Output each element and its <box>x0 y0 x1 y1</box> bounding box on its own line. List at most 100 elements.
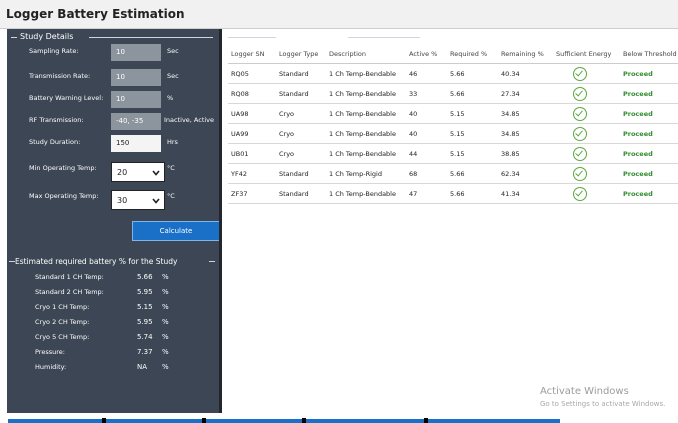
estimate-value: 5.95 <box>137 288 153 296</box>
estimate-unit: % <box>162 303 169 311</box>
table-row[interactable]: ZF37 Standard 1 Ch Temp-Bendable 47 5.66 41.3… <box>228 183 678 204</box>
sufficient-energy-cell <box>553 63 620 84</box>
check-circle-icon <box>573 106 587 121</box>
check-circle-icon <box>573 146 587 161</box>
active-cell: 47 <box>406 183 447 204</box>
logger-sn-cell: YF42 <box>228 163 276 184</box>
remaining-cell: 38.85 <box>498 143 553 164</box>
table-row[interactable]: RQ05 Standard 1 Ch Temp-Bendable 46 5.66 40.3… <box>228 63 678 84</box>
logger-sn-cell: UA99 <box>228 123 276 144</box>
table-row[interactable]: RQ08 Standard 1 Ch Temp-Bendable 33 5.66 27.3… <box>228 83 678 104</box>
logger-type-cell: Standard <box>276 163 326 184</box>
active-cell: 40 <box>406 123 447 144</box>
legend-line <box>209 261 215 262</box>
logger-type-cell: Standard <box>276 63 326 84</box>
column-header[interactable]: Below Threshold <box>620 45 678 64</box>
logger-result-legend: Logger's Result <box>280 32 342 41</box>
min-temp-value: 20 <box>117 168 128 177</box>
check-circle-icon <box>573 186 587 201</box>
description-cell: 1 Ch Temp-Bendable <box>326 103 406 124</box>
sampling-rate-input[interactable]: 10 <box>111 44 161 61</box>
logger-sn-cell: RQ05 <box>228 63 276 84</box>
logger-type-cell: Standard <box>276 183 326 204</box>
estimate-legend: Estimated required battery % for the Stu… <box>15 257 178 266</box>
logger-sn-cell: ZF37 <box>228 183 276 204</box>
study-duration-input[interactable]: 150 <box>111 135 161 152</box>
remaining-cell: 62.34 <box>498 163 553 184</box>
required-cell: 5.15 <box>447 143 498 164</box>
column-header[interactable]: Logger SN <box>228 45 276 64</box>
active-cell: 33 <box>406 83 447 104</box>
column-header[interactable]: Logger Type <box>276 45 326 64</box>
proceed-status: Proceed <box>623 189 653 198</box>
sufficient-energy-cell <box>553 183 620 204</box>
description-cell: 1 Ch Temp-Bendable <box>326 143 406 164</box>
check-circle-icon <box>573 86 587 101</box>
column-header[interactable]: Active % <box>406 45 447 64</box>
column-header[interactable]: Description <box>326 45 406 64</box>
active-cell: 44 <box>406 143 447 164</box>
min-temp-select[interactable]: 20 <box>111 162 165 182</box>
logger-sn-cell: RQ08 <box>228 83 276 104</box>
table-row[interactable]: UA99 Cryo 1 Ch Temp-Bendable 40 5.15 34.85 Pro… <box>228 123 678 144</box>
logger-type-cell: Cryo <box>276 143 326 164</box>
required-cell: 5.15 <box>447 123 498 144</box>
table-header-row: Logger SN Logger Type Description Active % R… <box>228 45 678 64</box>
logger-result-panel: Logger's Result Logger SN Logger Type Desc… <box>222 29 678 413</box>
taskbar-item[interactable] <box>8 419 102 423</box>
active-cell: 68 <box>406 163 447 184</box>
proceed-status: Proceed <box>623 109 653 118</box>
taskbar-item[interactable] <box>428 419 560 423</box>
chevron-down-icon <box>152 169 160 178</box>
transmission-rate-input[interactable]: 10 <box>111 69 161 86</box>
taskbar-item[interactable] <box>206 419 302 423</box>
column-header[interactable]: Sufficient Energy <box>553 45 620 64</box>
rf-transmission-unit: Inactive, Active <box>164 116 215 124</box>
activate-windows-subtitle: Go to Settings to activate Windows. <box>540 400 666 408</box>
remaining-cell: 41.34 <box>498 183 553 204</box>
sampling-rate-label: Sampling Rate: <box>29 47 79 55</box>
battery-warning-input[interactable]: 10 <box>111 91 161 108</box>
remaining-cell: 40.34 <box>498 63 553 84</box>
study-duration-unit: Hrs <box>167 138 178 146</box>
proceed-status: Proceed <box>623 169 653 178</box>
study-details-panel: Study Details Sampling Rate: 10 Sec Tran… <box>7 29 220 413</box>
calculate-button[interactable]: Calculate <box>132 221 220 241</box>
max-temp-label: Max Operating Temp: <box>29 192 99 200</box>
logger-type-cell: Cryo <box>276 103 326 124</box>
active-cell: 40 <box>406 103 447 124</box>
status-cell: Proceed <box>620 143 678 164</box>
estimate-label: Cryo 5 CH Temp: <box>35 333 90 341</box>
max-temp-value: 30 <box>117 196 128 205</box>
estimate-label: Humidity: <box>35 363 67 371</box>
status-cell: Proceed <box>620 183 678 204</box>
max-temp-select[interactable]: 30 <box>111 190 165 210</box>
column-header[interactable]: Required % <box>447 45 498 64</box>
table-row[interactable]: UA98 Cryo 1 Ch Temp-Bendable 40 5.15 34.85 Pro… <box>228 103 678 124</box>
estimate-value: 5.74 <box>137 333 153 341</box>
status-cell: Proceed <box>620 103 678 124</box>
status-cell: Proceed <box>620 83 678 104</box>
logger-type-cell: Standard <box>276 83 326 104</box>
proceed-status: Proceed <box>623 89 653 98</box>
table-row[interactable]: YF42 Standard 1 Ch Temp-Rigid 68 5.66 62.34 Pr… <box>228 163 678 184</box>
description-cell: 1 Ch Temp-Bendable <box>326 83 406 104</box>
rf-transmission-input[interactable]: -40, -35 <box>111 113 161 130</box>
remaining-cell: 34.85 <box>498 123 553 144</box>
legend-line <box>228 37 276 38</box>
proceed-status: Proceed <box>623 149 653 158</box>
legend-line <box>89 37 213 38</box>
table-row[interactable]: UB01 Cryo 1 Ch Temp-Bendable 44 5.15 38.85 Pro… <box>228 143 678 164</box>
transmission-rate-label: Transmission Rate: <box>29 72 91 80</box>
taskbar-item[interactable] <box>306 419 424 423</box>
estimate-value: NA <box>137 363 148 371</box>
battery-warning-unit: % <box>167 94 174 102</box>
estimate-label: Pressure: <box>35 348 65 356</box>
min-temp-label: Min Operating Temp: <box>29 164 97 172</box>
estimate-label: Standard 1 CH Temp: <box>35 273 104 281</box>
status-cell: Proceed <box>620 123 678 144</box>
required-cell: 5.66 <box>447 183 498 204</box>
logger-sn-cell: UA98 <box>228 103 276 124</box>
column-header[interactable]: Remaining % <box>498 45 553 64</box>
taskbar-item[interactable] <box>106 419 202 423</box>
